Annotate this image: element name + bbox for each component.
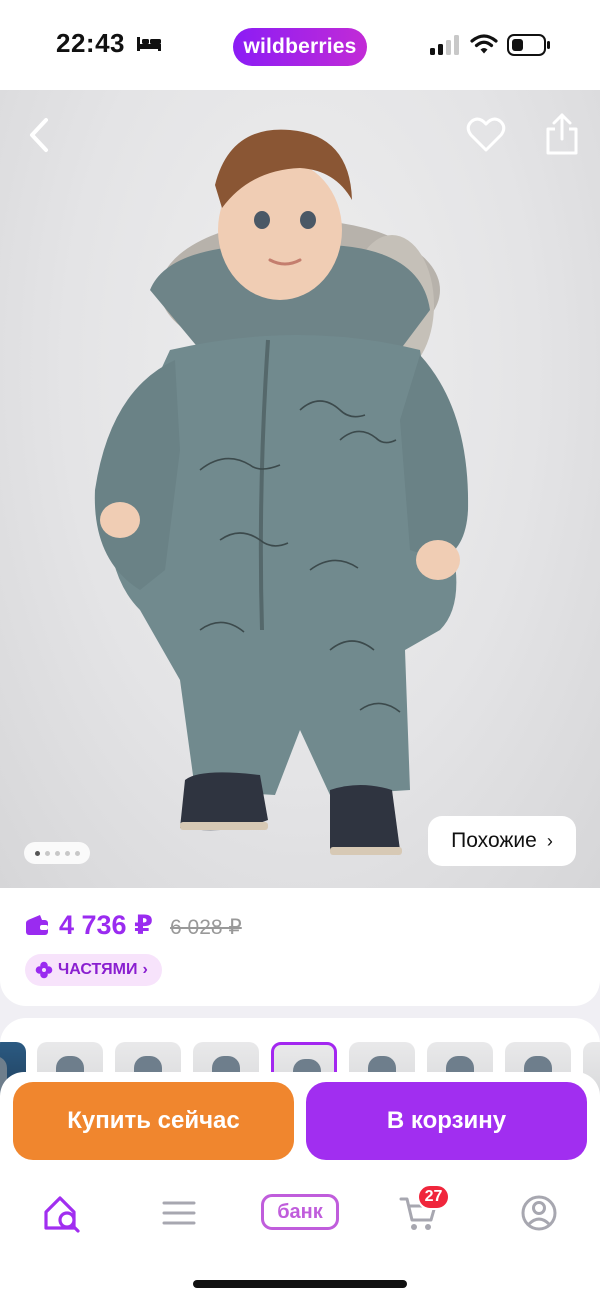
action-bar: Купить сейчас В корзину (0, 1072, 600, 1172)
battery-icon (507, 34, 550, 56)
similar-label: Похожие (451, 829, 537, 852)
signal-icon (430, 35, 459, 55)
product-image (94, 129, 469, 855)
status-time: 22:43 (56, 28, 125, 58)
buy-now-button[interactable]: Купить сейчас (13, 1082, 294, 1160)
add-to-cart-button[interactable]: В корзину (306, 1082, 587, 1160)
heart-icon[interactable] (466, 117, 506, 153)
back-icon[interactable] (22, 114, 56, 156)
profile-icon[interactable] (517, 1192, 561, 1234)
chevron-right-icon: › (142, 961, 148, 978)
home-indicator (193, 1280, 407, 1288)
photo-pagination (24, 842, 90, 864)
status-bar: 22:43 wildberries (0, 0, 600, 90)
pagination-dot (54, 850, 60, 856)
product-photo[interactable]: Похожие › (0, 90, 600, 890)
tab-bar: банк 27 (0, 1172, 600, 1300)
current-price: 4 736 ₽ (59, 910, 153, 940)
pagination-dot (74, 850, 80, 856)
wildberries-logo: wildberries (233, 28, 367, 66)
chevron-right-icon: › (546, 830, 553, 851)
pagination-dot (34, 850, 40, 856)
old-price: 6 028 ₽ (170, 916, 242, 939)
home-search-icon[interactable] (40, 1192, 84, 1234)
bed-icon (137, 37, 161, 51)
catalog-menu-icon[interactable] (157, 1192, 201, 1234)
product-page: 22:43 wildberries Похожие › 4 736 ₽ 6 02… (0, 0, 600, 1300)
share-icon[interactable] (544, 112, 580, 156)
bank-tab[interactable]: банк (261, 1194, 339, 1230)
flower-icon (35, 961, 53, 979)
pagination-dot (64, 850, 70, 856)
installments-label: ЧАСТЯМИ (58, 961, 138, 978)
cart-count-badge: 27 (417, 1184, 450, 1210)
price-card: 4 736 ₽ 6 028 ₽ ЧАСТЯМИ › (0, 888, 600, 1006)
wallet-icon (26, 915, 48, 935)
similar-button[interactable]: Похожие › (428, 816, 576, 866)
installments-button[interactable]: ЧАСТЯМИ › (25, 954, 162, 986)
pagination-dot (44, 850, 50, 856)
wifi-icon (470, 34, 498, 54)
